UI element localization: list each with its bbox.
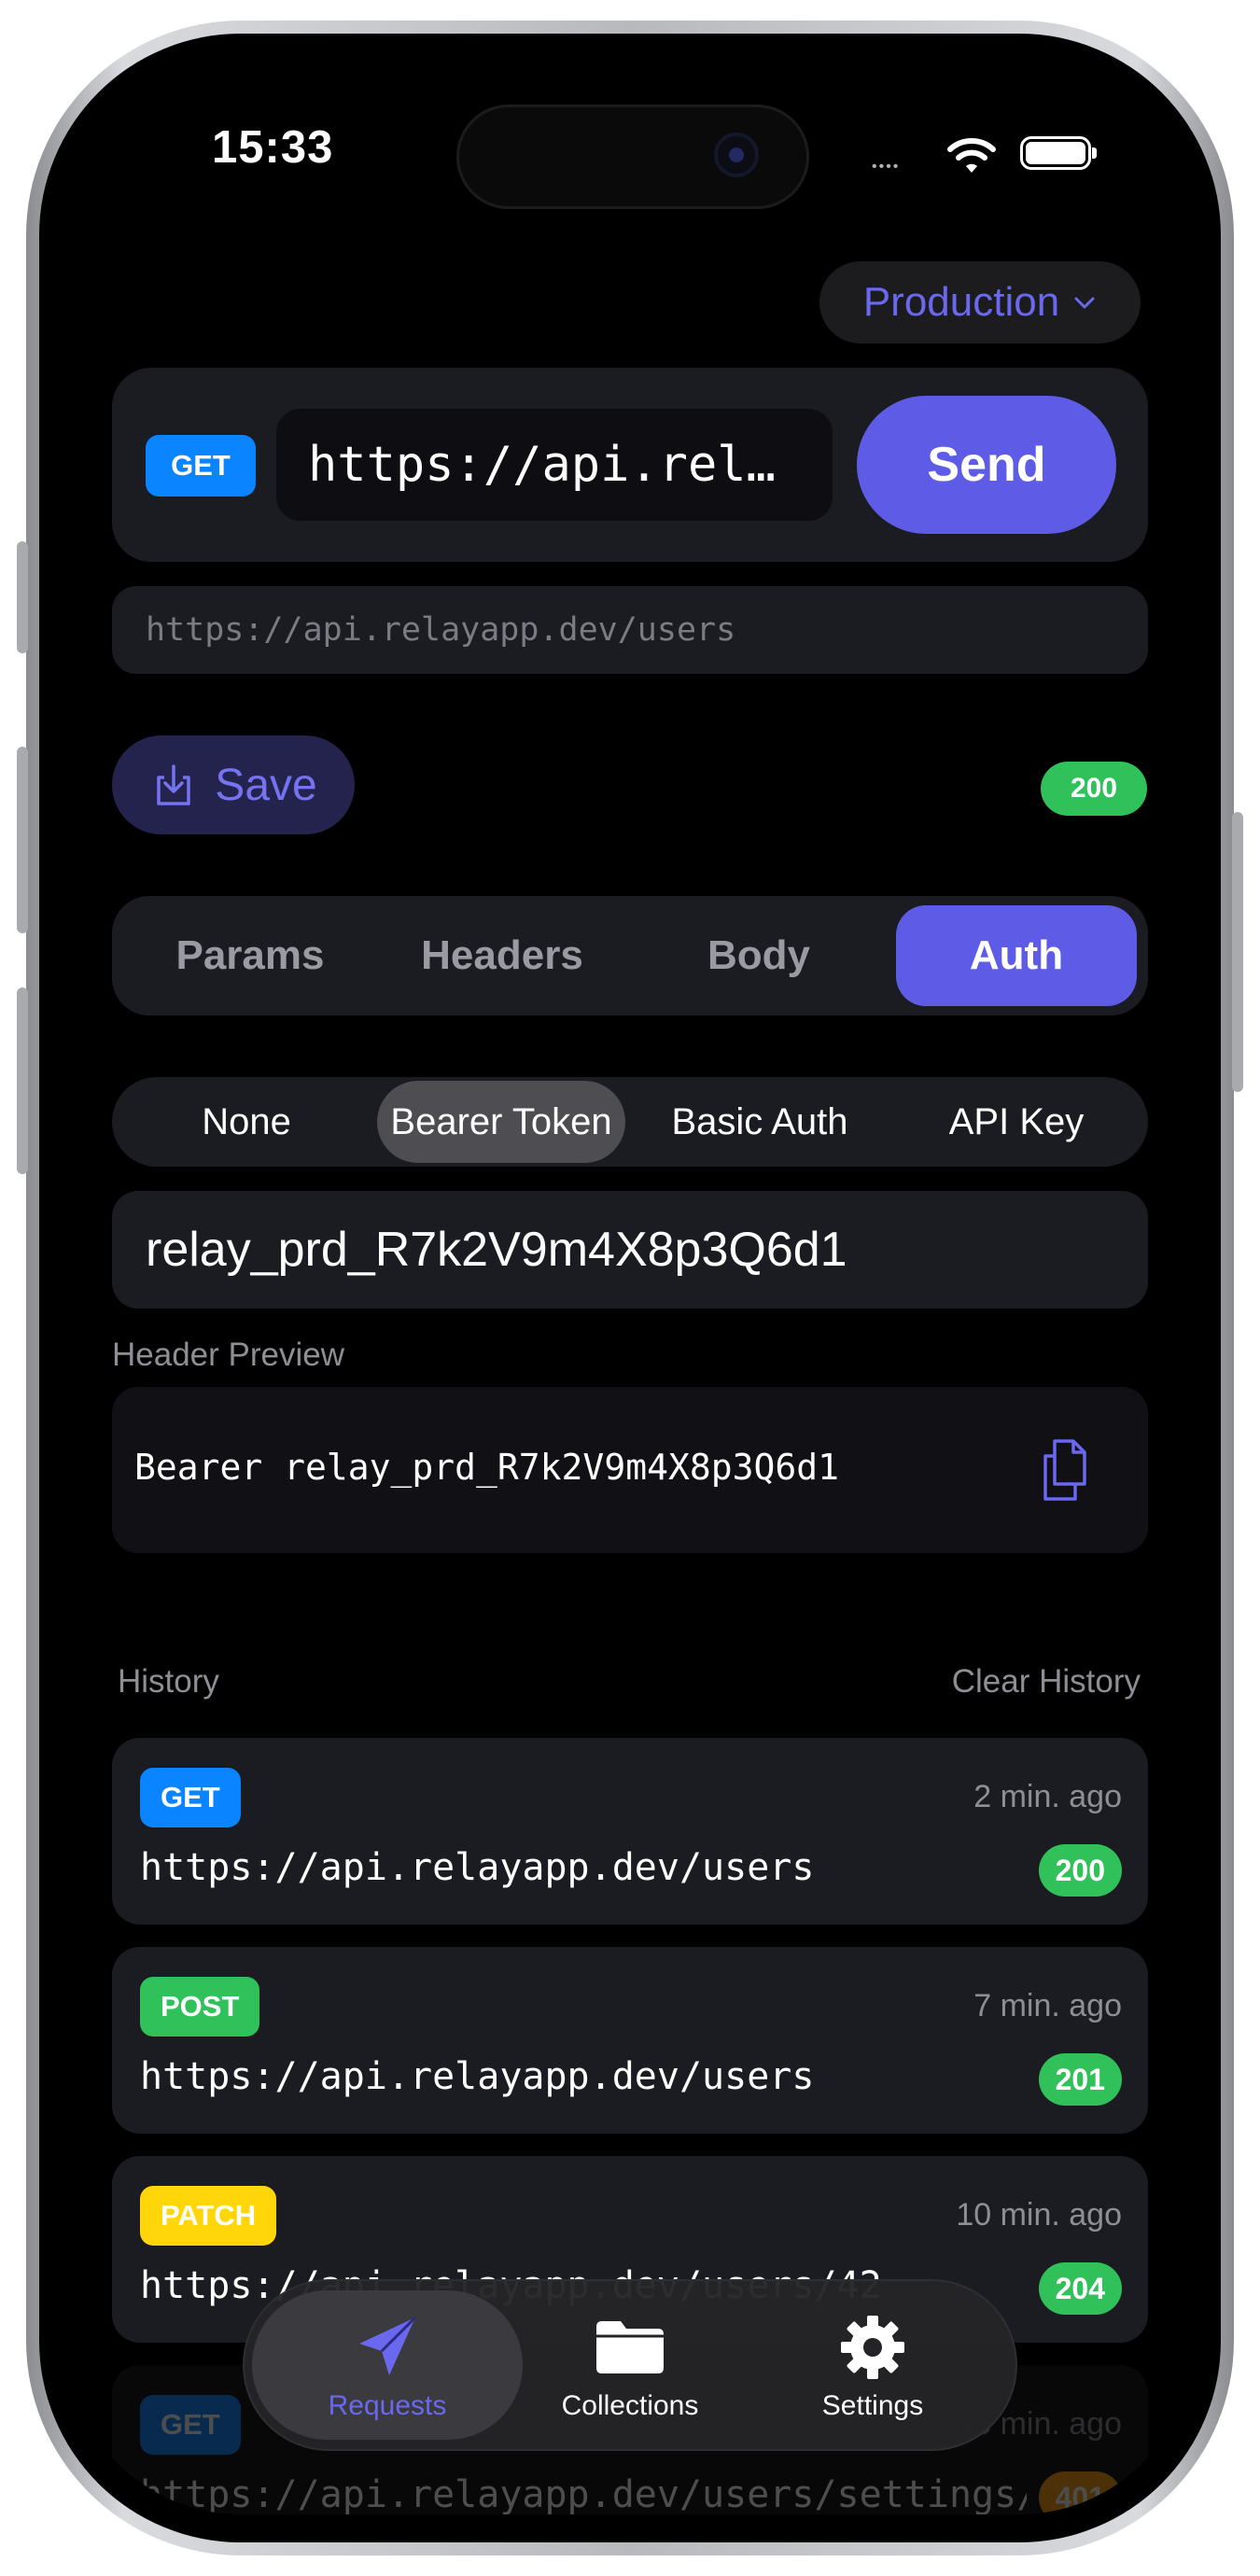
- resolved-url: https://api.relayapp.dev/users: [112, 586, 1148, 674]
- history-url: https://api.relayapp.dev/users: [140, 1846, 815, 1889]
- history-time: 2 min. ago: [973, 1779, 1122, 1814]
- history-status-badge: 204: [1038, 2262, 1122, 2315]
- tab-auth[interactable]: Auth: [896, 905, 1137, 1006]
- status-badge: 200: [1041, 762, 1147, 816]
- wifi-icon: [947, 138, 996, 173]
- save-button[interactable]: Save: [112, 735, 355, 834]
- status-time: 15:33: [212, 122, 334, 173]
- history-title: History: [118, 1663, 219, 1700]
- tab-bar-collections[interactable]: Collections: [518, 2298, 742, 2438]
- volume-down-button: [17, 987, 28, 1174]
- cellular-signal-icon: ••••: [872, 159, 901, 175]
- auth-type-bearer-token[interactable]: Bearer Token: [377, 1081, 625, 1163]
- auth-type-api-key[interactable]: API Key: [894, 1081, 1139, 1163]
- history-url: https://api.relayapp.dev/users: [140, 2055, 815, 2098]
- save-label: Save: [215, 760, 317, 810]
- tab-bar-settings[interactable]: Settings: [761, 2298, 985, 2438]
- send-button[interactable]: Send: [857, 396, 1116, 534]
- paper-plane-icon: [359, 2316, 417, 2375]
- app-screen: 15:33 •••• Production GET https://api.re…: [67, 60, 1193, 2514]
- action-button: [17, 541, 28, 653]
- history-method-badge: POST: [140, 1977, 260, 2037]
- token-field[interactable]: relay_prd_R7k2V9m4X8p3Q6d1: [112, 1191, 1148, 1309]
- copy-icon[interactable]: [1038, 1437, 1096, 1503]
- gear-icon: [841, 2316, 904, 2379]
- history-item[interactable]: [112, 1738, 1148, 1925]
- auth-type-basic-auth[interactable]: Basic Auth: [633, 1081, 887, 1163]
- history-status-badge: 201: [1038, 2053, 1122, 2106]
- history-item[interactable]: [112, 1947, 1148, 2134]
- auth-type-none[interactable]: None: [123, 1081, 370, 1163]
- method-selector[interactable]: GET: [146, 435, 256, 497]
- tab-headers[interactable]: Headers: [375, 905, 629, 1006]
- tab-bar-requests[interactable]: Requests: [275, 2298, 499, 2438]
- history-method-badge: PATCH: [140, 2186, 277, 2246]
- tab-params[interactable]: Params: [133, 905, 368, 1006]
- chevron-down-icon: [1074, 297, 1095, 309]
- history-method-badge: GET: [140, 1768, 241, 1827]
- header-preview-label: Header Preview: [112, 1337, 344, 1373]
- header-preview-value: Bearer relay_prd_R7k2V9m4X8p3Q6d1: [134, 1447, 839, 1488]
- tab-bar-label: Settings: [821, 2390, 924, 2421]
- folder-icon: [596, 2321, 664, 2373]
- camera-icon: [714, 133, 759, 177]
- power-button: [1232, 812, 1243, 1092]
- history-status-badge: 200: [1038, 1844, 1122, 1897]
- history-time: 7 min. ago: [973, 1988, 1122, 2023]
- environment-picker[interactable]: Production: [819, 261, 1141, 343]
- history-method-badge: GET: [140, 2395, 241, 2455]
- environment-label: Production: [862, 279, 1060, 325]
- history-status-badge: 401: [1038, 2471, 1122, 2514]
- tab-bar-label: Requests: [328, 2390, 447, 2421]
- volume-up-button: [17, 747, 28, 933]
- url-input[interactable]: https://api.rel…: [276, 409, 833, 521]
- tab-bar-label: Collections: [561, 2390, 699, 2421]
- history-time: 10 min. ago: [956, 2197, 1122, 2233]
- battery-icon: [1020, 136, 1097, 170]
- tab-body[interactable]: Body: [637, 905, 881, 1006]
- clear-history-button[interactable]: Clear History: [952, 1663, 1141, 1701]
- history-url: https://api.relayapp.dev/users/settings/…: [140, 2473, 1027, 2514]
- save-download-icon: [157, 764, 191, 805]
